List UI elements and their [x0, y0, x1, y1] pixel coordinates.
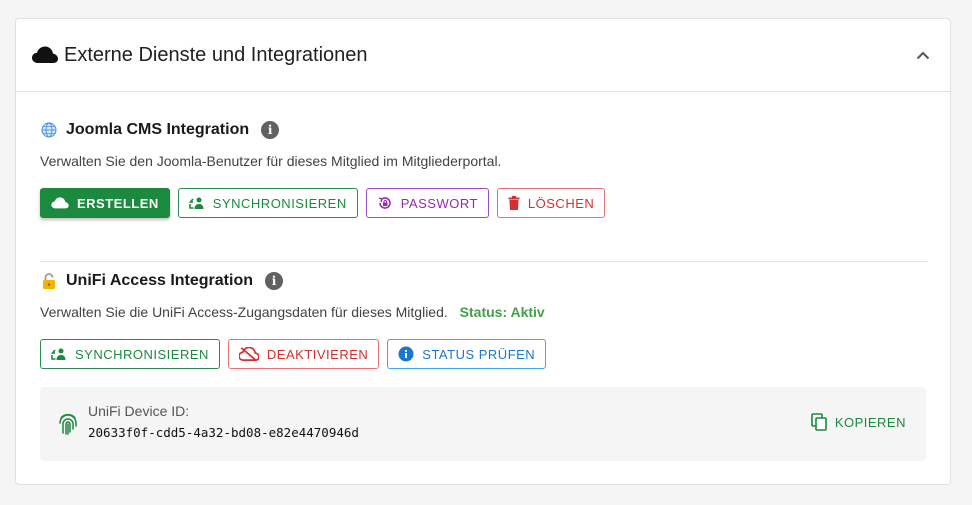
check-status-button[interactable]: STATUS PRÜFEN	[387, 339, 547, 369]
panel-header[interactable]: Externe Dienste und Integrationen	[16, 19, 950, 92]
fingerprint-icon	[58, 413, 78, 435]
deactivate-button[interactable]: DEAKTIVIEREN	[227, 339, 380, 369]
password-button[interactable]: PASSWORT	[365, 188, 489, 218]
joomla-sync-label: SYNCHRONISIEREN	[212, 195, 347, 211]
copy-button[interactable]: KOPIEREN	[811, 413, 906, 431]
delete-button-label: LÖSCHEN	[527, 195, 595, 211]
create-button[interactable]: ERSTELLEN	[40, 188, 170, 218]
chevron-up-icon[interactable]	[914, 47, 932, 63]
unifi-sync-button[interactable]: SYNCHRONISIEREN	[40, 339, 220, 369]
unifi-description-line: Verwalten Sie die UniFi Access-Zugangsda…	[40, 302, 928, 322]
unifi-description: Verwalten Sie die UniFi Access-Zugangsda…	[40, 304, 448, 320]
copy-button-label: KOPIEREN	[834, 414, 906, 430]
device-id-label: UniFi Device ID:	[88, 403, 190, 419]
integrations-panel: Externe Dienste und Integrationen Joomla…	[15, 18, 951, 485]
info-icon[interactable]: i	[261, 121, 280, 139]
info-icon[interactable]: i	[265, 272, 283, 290]
device-id-value: 20633f0f-cdd5-4a32-bd08-e82e4470946d	[88, 425, 359, 440]
unifi-sync-label: SYNCHRONISIEREN	[75, 346, 209, 362]
status-badge: Status: Aktiv	[459, 304, 545, 320]
trash-icon	[508, 196, 520, 210]
account-sync-icon	[188, 197, 204, 209]
unifi-title: UniFi Access Integration	[66, 272, 253, 289]
copy-icon	[811, 413, 827, 431]
device-id-panel: UniFi Device ID: 20633f0f-cdd5-4a32-bd08…	[40, 387, 926, 461]
cloud-icon	[32, 46, 58, 64]
joomla-sync-button[interactable]: SYNCHRONISIEREN	[177, 188, 358, 218]
check-status-label: STATUS PRÜFEN	[422, 346, 536, 362]
section-divider	[40, 261, 928, 262]
joomla-section: Joomla CMS Integration i Verwalten Sie d…	[40, 119, 928, 218]
panel-title: Externe Dienste und Integrationen	[64, 43, 368, 66]
lock-reset-icon	[378, 197, 391, 209]
lock-icon	[40, 272, 58, 290]
create-button-label: ERSTELLEN	[77, 195, 159, 211]
delete-button[interactable]: LÖSCHEN	[496, 188, 606, 218]
cloud-off-icon	[238, 347, 259, 361]
deactivate-button-label: DEAKTIVIEREN	[266, 346, 369, 362]
password-button-label: PASSWORT	[400, 195, 478, 211]
joomla-title: Joomla CMS Integration	[66, 121, 250, 138]
info-circle-icon	[398, 346, 414, 362]
unifi-section: UniFi Access Integration i Verwalten Sie…	[40, 270, 928, 369]
joomla-description: Verwalten Sie den Joomla-Benutzer für di…	[40, 153, 502, 169]
globe-icon	[40, 121, 58, 139]
cloud-icon	[51, 197, 69, 209]
account-sync-icon	[51, 348, 66, 360]
